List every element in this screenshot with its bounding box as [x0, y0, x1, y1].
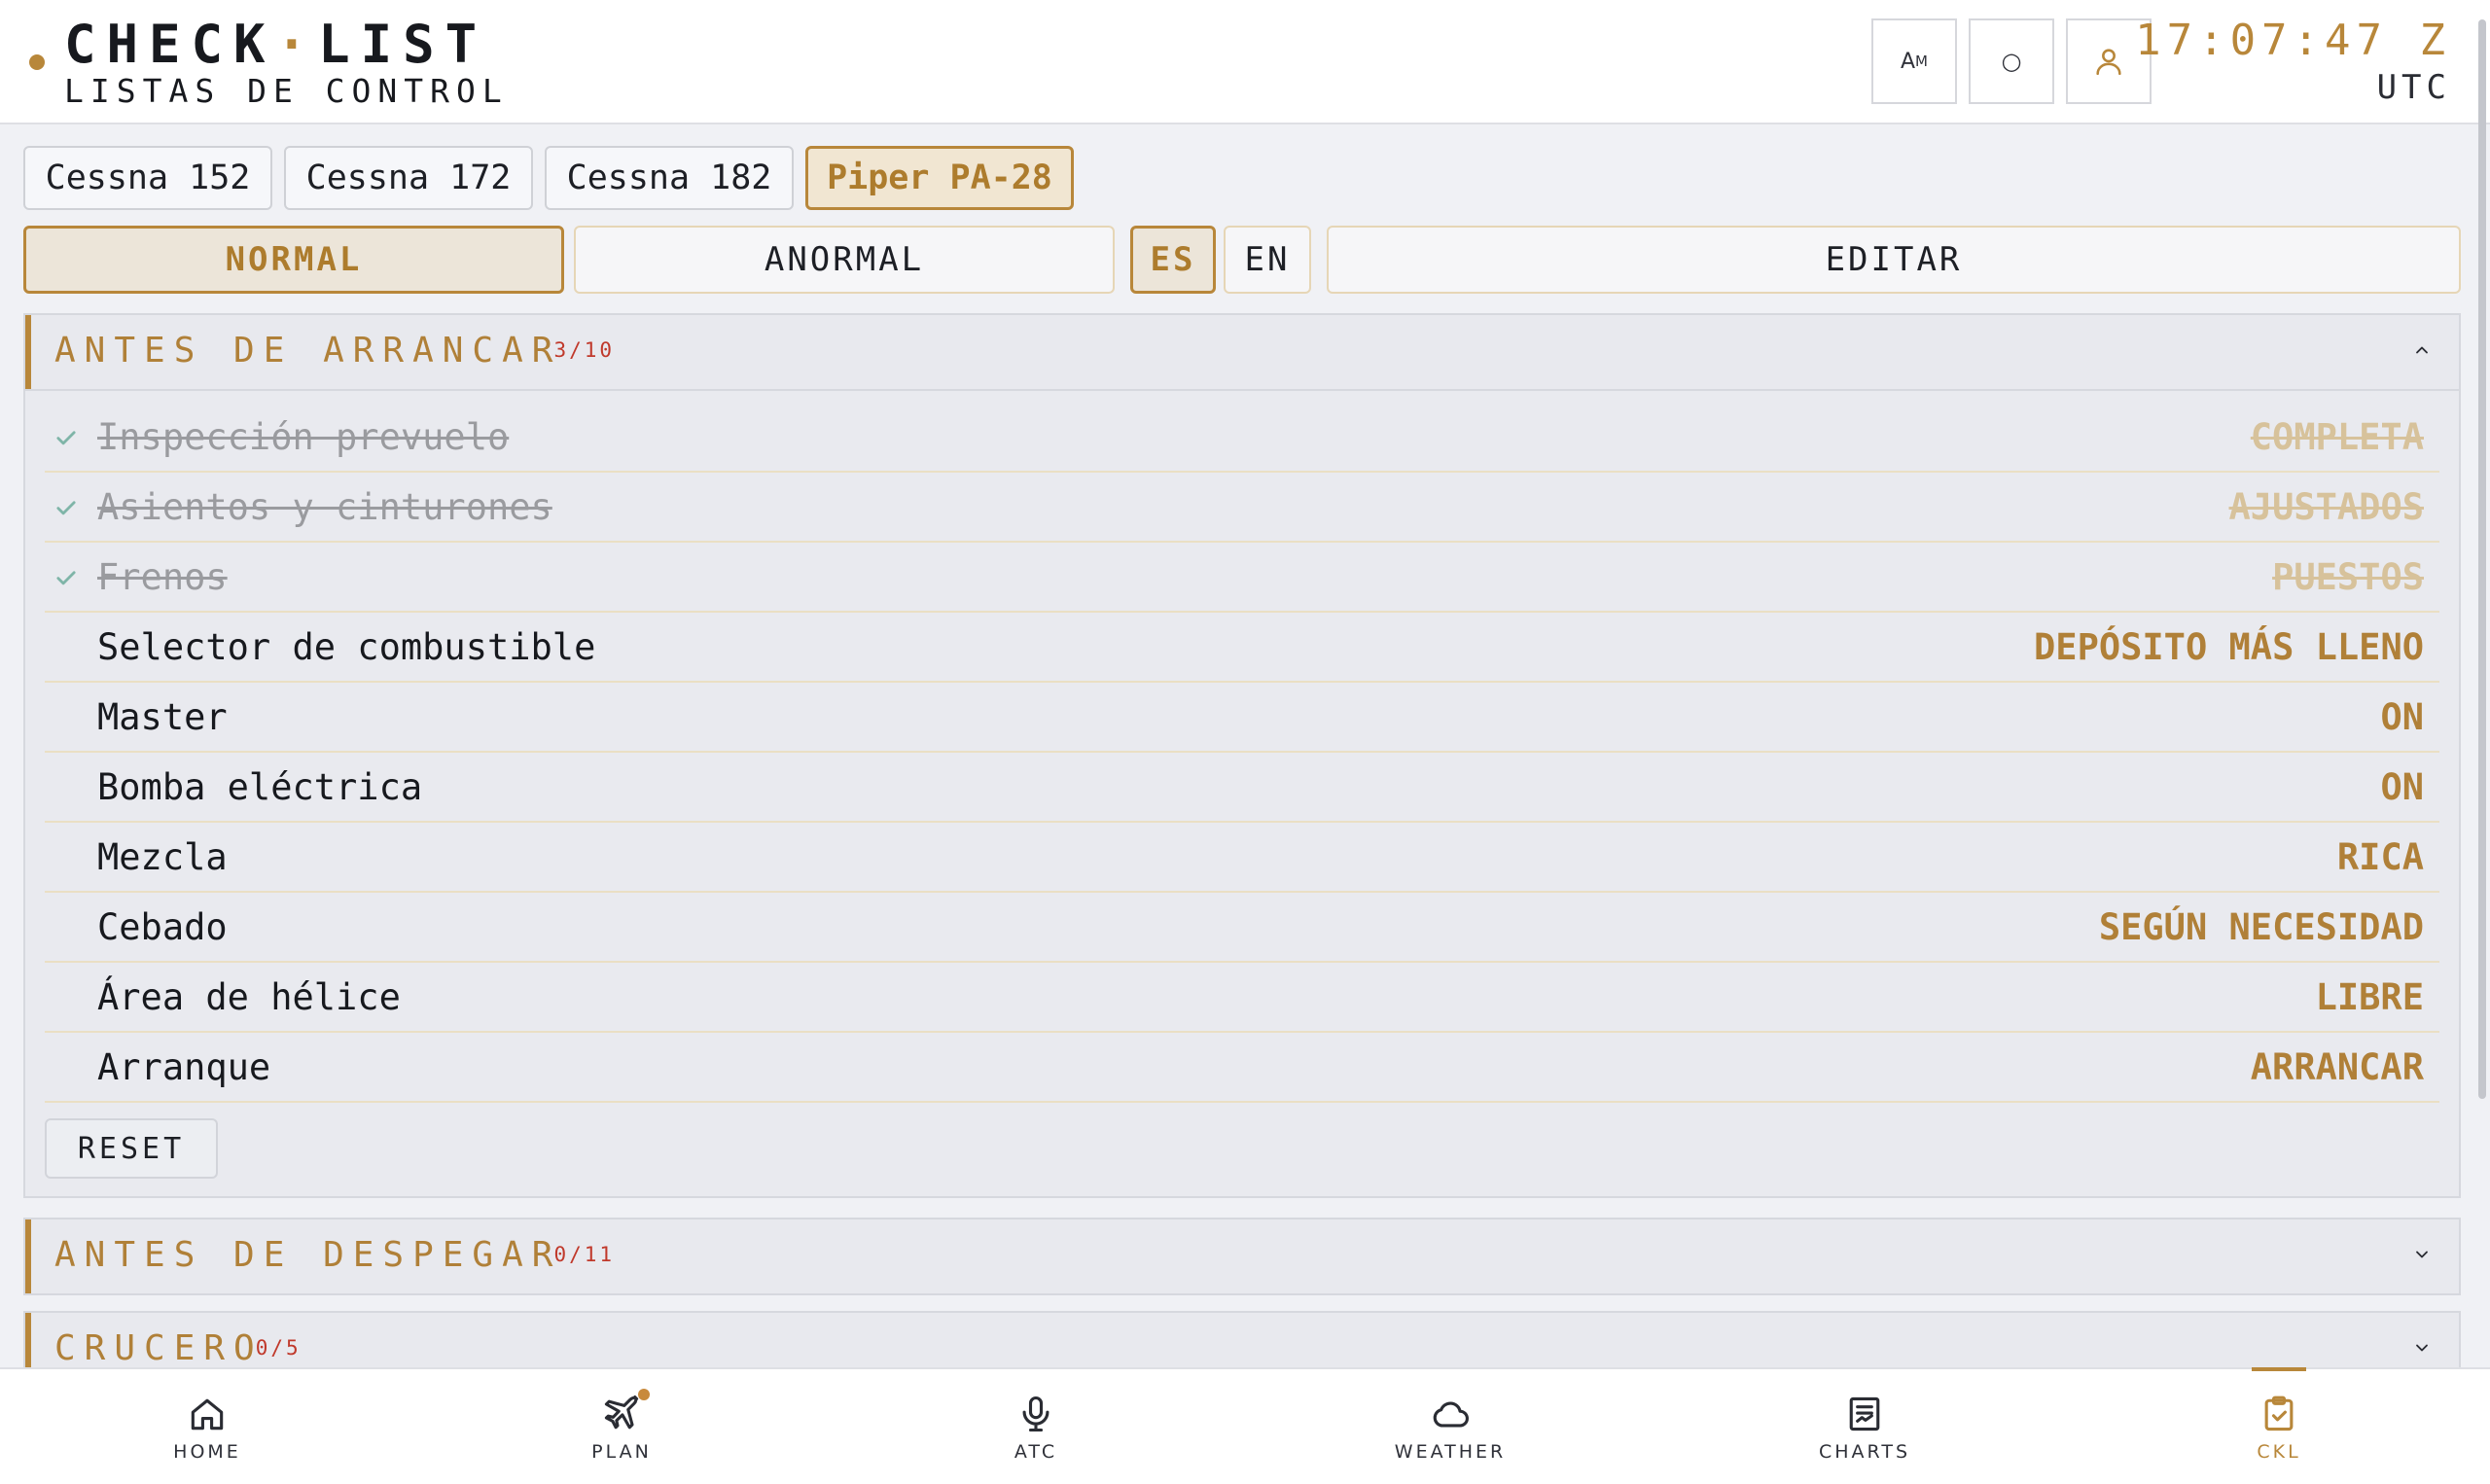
font-size-button[interactable]: AM	[1871, 18, 1957, 104]
nav-label: CHARTS	[1818, 1441, 1911, 1463]
nav-label: WEATHER	[1394, 1441, 1507, 1463]
item-label: Mezcla	[97, 836, 228, 878]
item-value: ARRANCAR	[2250, 1046, 2424, 1088]
checklist-item[interactable]: Arranque ARRANCAR	[45, 1033, 2439, 1103]
checklist-item[interactable]: Bomba eléctrica ON	[45, 753, 2439, 823]
item-value: AJUSTADOS	[2228, 486, 2424, 528]
checklist-item[interactable]: Asientos y cinturones AJUSTADOS	[45, 473, 2439, 543]
tab-cessna-172[interactable]: Cessna 172	[284, 146, 533, 210]
checklist-item[interactable]: Cebado SEGÚN NECESIDAD	[45, 893, 2439, 963]
chevron-down-icon[interactable]	[2410, 1336, 2434, 1360]
section-title-text: ANTES DE ARRANCAR	[54, 331, 562, 371]
checklist-item[interactable]: Mezcla RICA	[45, 823, 2439, 893]
scrollbar[interactable]	[2478, 19, 2486, 1099]
item-label: Arranque	[97, 1046, 271, 1088]
edit-button[interactable]: EDITAR	[1327, 226, 2461, 294]
item-label: Asientos y cinturones	[97, 486, 552, 528]
item-label: Área de hélice	[97, 976, 401, 1018]
section-body: Inspección prevuelo COMPLETA Asientos y …	[25, 389, 2459, 1196]
section-title-text: CRUCERO	[54, 1328, 264, 1368]
title-separator: ·	[275, 14, 319, 75]
item-value: ON	[2380, 766, 2424, 808]
section-title-text: ANTES DE DESPEGAR	[54, 1235, 562, 1275]
item-value: LIBRE	[2315, 976, 2424, 1018]
section-header[interactable]: ANTES DE ARRANCAR3/10	[25, 315, 2459, 389]
checklist-item[interactable]: Selector de combustible DEPÓSITO MÁS LLE…	[45, 613, 2439, 683]
tab-piper-pa28[interactable]: Piper PA-28	[805, 146, 1074, 210]
cloud-icon	[1433, 1401, 1469, 1428]
section-title: ANTES DE ARRANCAR3/10	[54, 324, 615, 374]
theme-circle-icon: ○	[2001, 48, 2022, 75]
item-value: ON	[2380, 696, 2424, 738]
chart-doc-icon	[1849, 1396, 1880, 1431]
section-progress-count: 0/11	[553, 1228, 615, 1277]
checklist-item[interactable]: Frenos PUESTOS	[45, 543, 2439, 613]
section-progress-count: 3/10	[553, 324, 615, 372]
clock-time: 17:07:47 Z	[2135, 16, 2451, 65]
nav-label: ATC	[1014, 1441, 1058, 1463]
check-icon	[56, 571, 76, 585]
nav-weather[interactable]: WEATHER	[1243, 1369, 1657, 1484]
nav-label: CKL	[2257, 1441, 2301, 1463]
nav-label: PLAN	[591, 1441, 652, 1463]
section-title: CRUCERO0/5	[54, 1322, 310, 1372]
reset-button[interactable]: RESET	[45, 1118, 218, 1179]
item-label: Master	[97, 696, 228, 738]
microphone-icon	[1022, 1396, 1049, 1432]
item-label: Selector de combustible	[97, 626, 596, 668]
checklist-item[interactable]: Master ON	[45, 683, 2439, 753]
clock-zone: UTC	[2376, 68, 2451, 107]
item-label: Inspección prevuelo	[97, 416, 510, 458]
title-part-2: LIST	[318, 14, 488, 75]
app-subtitle: LISTAS DE CONTROL	[64, 72, 509, 110]
notification-dot	[638, 1389, 650, 1400]
nav-charts[interactable]: CHARTS	[1657, 1369, 2072, 1484]
section-progress-count: 0/5	[256, 1322, 310, 1370]
nav-ckl[interactable]: CKL	[2072, 1367, 2486, 1484]
tab-cessna-152[interactable]: Cessna 152	[23, 146, 272, 210]
section-header[interactable]: ANTES DE DESPEGAR0/11	[25, 1219, 2459, 1293]
section-antes-de-despegar: ANTES DE DESPEGAR0/11	[23, 1218, 2461, 1295]
nav-atc[interactable]: ATC	[829, 1369, 1243, 1484]
item-value: PUESTOS	[2272, 556, 2424, 598]
app-title: CHECK·LIST	[64, 14, 487, 76]
header: CHECK·LIST LISTAS DE CONTROL AM ○ 17:07:…	[0, 0, 2490, 124]
font-size-label: A	[1900, 49, 1916, 74]
bottom-nav: HOME PLAN ATC WEATHER CHARTS CKL	[0, 1367, 2490, 1484]
chevron-up-icon[interactable]	[2410, 338, 2434, 362]
section-title: ANTES DE DESPEGAR0/11	[54, 1228, 615, 1279]
title-part-1: CHECK	[64, 14, 276, 75]
clipboard-check-icon	[2264, 1396, 2294, 1431]
user-icon	[2096, 49, 2121, 76]
item-label: Bomba eléctrica	[97, 766, 423, 808]
item-value: RICA	[2336, 836, 2424, 878]
item-value: SEGÚN NECESIDAD	[2098, 906, 2424, 948]
lang-es-button[interactable]: ES	[1130, 226, 1216, 294]
nav-plan[interactable]: PLAN	[414, 1369, 829, 1484]
app-root: CHECK·LIST LISTAS DE CONTROL AM ○ 17:07:…	[0, 0, 2490, 1484]
nav-home[interactable]: HOME	[0, 1369, 414, 1484]
mode-abnormal-button[interactable]: ANORMAL	[574, 226, 1115, 294]
font-size-sup: M	[1915, 53, 1928, 70]
theme-toggle-button[interactable]: ○	[1969, 18, 2054, 104]
nav-label: HOME	[173, 1441, 241, 1463]
checklist-item[interactable]: Inspección prevuelo COMPLETA	[45, 403, 2439, 473]
item-label: Frenos	[97, 556, 228, 598]
brand-dot	[29, 54, 45, 70]
mode-normal-button[interactable]: NORMAL	[23, 226, 564, 294]
home-icon	[191, 1398, 224, 1431]
plane-icon	[604, 1396, 639, 1430]
tab-cessna-182[interactable]: Cessna 182	[545, 146, 794, 210]
check-icon	[56, 501, 76, 515]
item-label: Cebado	[97, 906, 228, 948]
section-antes-de-arrancar: ANTES DE ARRANCAR3/10 Inspección prevuel…	[23, 313, 2461, 1198]
lang-en-button[interactable]: EN	[1224, 226, 1311, 294]
check-icon	[56, 431, 76, 445]
checklist-item[interactable]: Área de hélice LIBRE	[45, 963, 2439, 1033]
item-value: DEPÓSITO MÁS LLENO	[2034, 626, 2424, 668]
chevron-down-icon[interactable]	[2410, 1243, 2434, 1266]
active-indicator	[2252, 1367, 2306, 1371]
utc-clock: 17:07:47 Z UTC	[2135, 14, 2451, 107]
item-value: COMPLETA	[2250, 416, 2424, 458]
